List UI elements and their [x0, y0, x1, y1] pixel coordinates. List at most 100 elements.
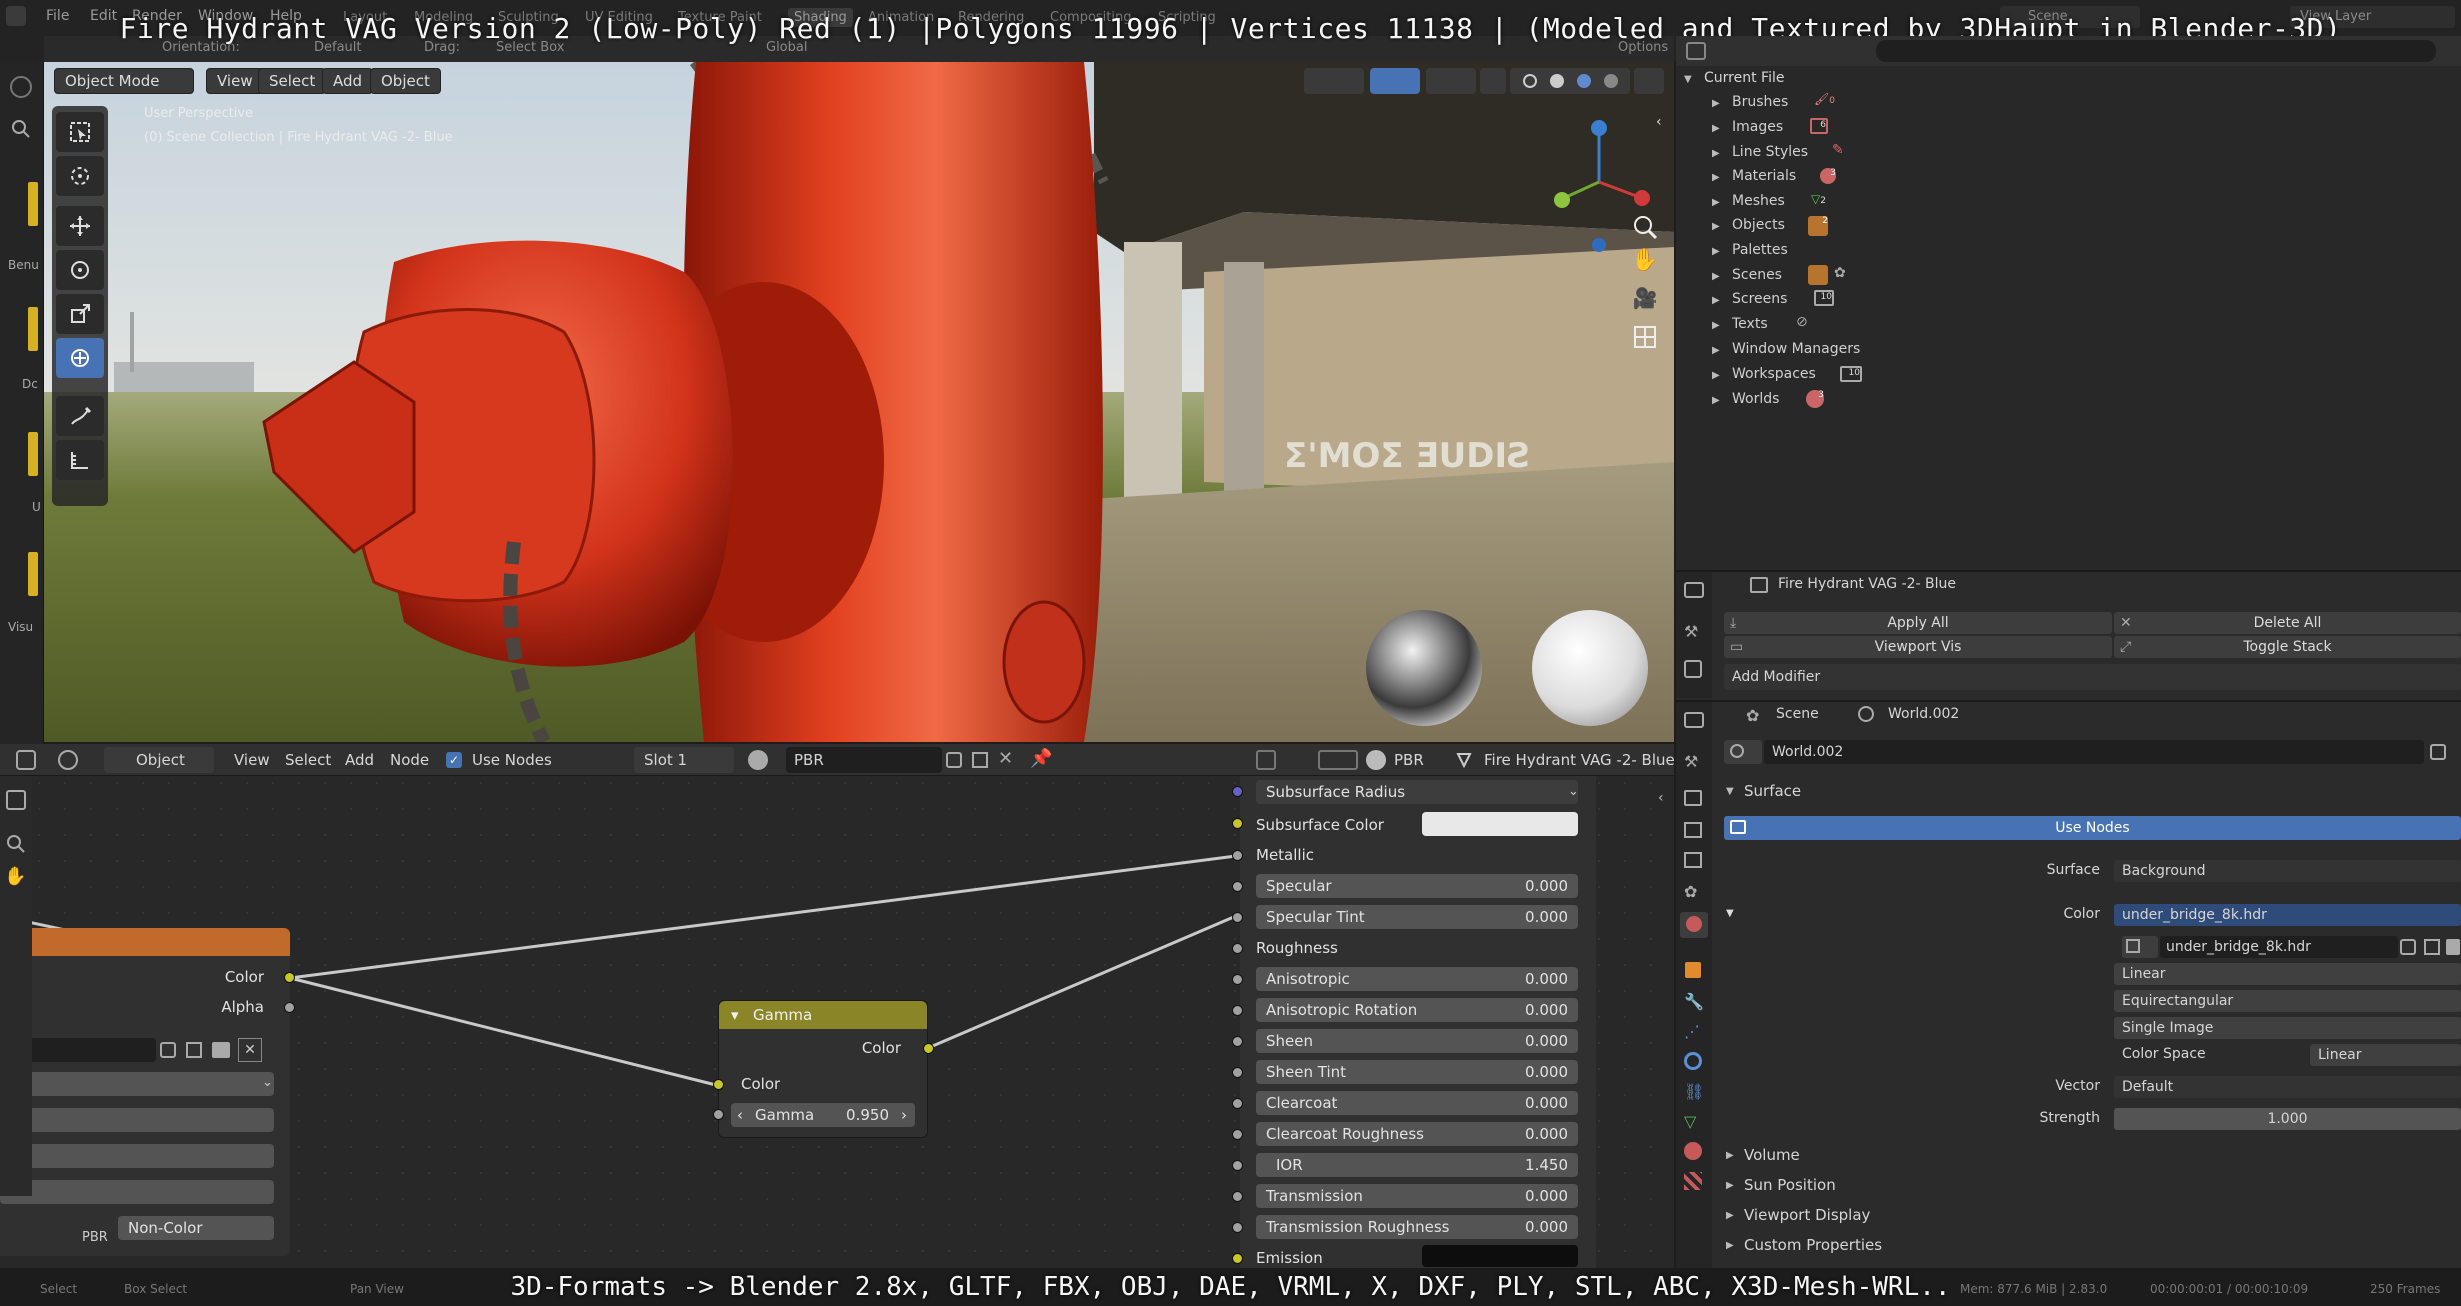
node-menu-add[interactable]: Add	[345, 751, 374, 769]
node-sidebar-chevron-icon[interactable]: ‹	[1658, 790, 1664, 806]
outliner-search-input[interactable]	[1876, 40, 2436, 62]
decrement-arrow-icon[interactable]: ‹	[737, 1103, 743, 1127]
expand-arrow-icon[interactable]: ▶	[1712, 271, 1720, 282]
delete-all-button[interactable]: ✕ Delete All	[2114, 612, 2461, 634]
use-nodes-button[interactable]: Use Nodes	[1724, 816, 2461, 840]
source-dropdown[interactable]: Single Image	[2114, 1017, 2461, 1039]
zoom-icon[interactable]	[6, 834, 26, 854]
expand-arrow-icon[interactable]: ▶	[1712, 370, 1720, 381]
image-color-output-socket[interactable]	[284, 972, 295, 983]
outliner-item-objects[interactable]: Objects	[1732, 217, 1785, 233]
anisotropic-field[interactable]: Anisotropic 0.000	[1256, 967, 1578, 991]
mode-dropdown[interactable]: Object Mode	[54, 68, 194, 94]
file-thumbnail[interactable]	[28, 182, 38, 226]
color-space-dropdown[interactable]: Linear	[2310, 1044, 2461, 1066]
3d-viewport[interactable]: Σ'MOΣ ƎUDIƧ Object Mode View Select Add …	[44, 62, 1674, 742]
gamma-node[interactable]: ▾ Gamma Color Color ‹ Gamma 0.950 ›	[713, 1000, 934, 1138]
outliner-display-mode-icon[interactable]	[1686, 42, 1706, 60]
expand-arrow-icon[interactable]: ▶	[1726, 1240, 1734, 1251]
emission-socket[interactable]	[1232, 1253, 1243, 1264]
projection-dropdown[interactable]: Equirectangular	[2114, 990, 2461, 1012]
rotate-tool-icon[interactable]	[56, 250, 104, 290]
expand-arrow-icon[interactable]: ▶	[1712, 172, 1720, 183]
expand-arrow-icon[interactable]: ▼	[1684, 74, 1692, 85]
gizmo-z-axis-icon[interactable]	[1591, 120, 1607, 136]
file-thumbnail[interactable]	[28, 432, 38, 476]
material-icon[interactable]	[748, 750, 768, 770]
outliner-item-materials[interactable]: Materials	[1732, 168, 1796, 184]
search-icon[interactable]	[10, 118, 32, 140]
select-box-tool-icon[interactable]	[56, 112, 104, 152]
material-name-field[interactable]: PBR	[786, 747, 942, 773]
roughness-socket[interactable]	[1232, 943, 1243, 954]
transmission-socket[interactable]	[1232, 1191, 1243, 1202]
scene-tab-icon[interactable]: ✿	[1684, 882, 1697, 901]
cursor-tool-icon[interactable]	[56, 156, 104, 196]
gizmo-toggle[interactable]	[1370, 68, 1420, 94]
expand-arrow-icon[interactable]: ▶	[1712, 197, 1720, 208]
clearcoat-roughness-socket[interactable]	[1232, 1129, 1243, 1140]
subsurface-color-socket[interactable]	[1232, 818, 1243, 829]
unlink-material-icon[interactable]: ✕	[998, 748, 1013, 769]
sheen-tint-field[interactable]: Sheen Tint 0.000	[1256, 1060, 1578, 1084]
transmission-field[interactable]: Transmission 0.000	[1256, 1184, 1578, 1208]
gamma-color-input-socket[interactable]	[713, 1079, 724, 1090]
colorspace-dropdown[interactable]: Non-Color	[118, 1216, 274, 1240]
outliner-item-window-managers[interactable]: Window Managers	[1732, 341, 1860, 357]
volume-panel-header[interactable]: Volume	[1744, 1146, 1800, 1164]
custom-properties-panel-header[interactable]: Custom Properties	[1744, 1236, 1882, 1254]
outliner-root-label[interactable]: Current File	[1704, 70, 1784, 86]
gizmo-x-axis-icon[interactable]	[1634, 190, 1650, 206]
hdri-image-name-field[interactable]: under_bridge_8k.hdr	[2160, 936, 2398, 958]
gizmo-neg-z-icon[interactable]	[1592, 238, 1606, 252]
interpolation-dropdown[interactable]: Linear	[2114, 963, 2461, 985]
object-tab-icon[interactable]	[1685, 962, 1701, 978]
expand-arrow-icon[interactable]: ▶	[1712, 345, 1720, 356]
unlink-image-icon[interactable]: ✕	[238, 1038, 262, 1062]
image-duplicate-icon[interactable]	[186, 1042, 202, 1058]
viewport-display-panel-header[interactable]: Viewport Display	[1744, 1206, 1870, 1224]
toggle-stack-button[interactable]: ⤢ Toggle Stack	[2114, 636, 2461, 658]
transmission-roughness-socket[interactable]	[1232, 1222, 1243, 1233]
wireframe-shading-icon[interactable]	[1522, 74, 1537, 88]
sidebar-toggle-chevron-icon[interactable]: ‹	[1656, 114, 1662, 130]
sun-position-panel-header[interactable]: Sun Position	[1744, 1176, 1836, 1194]
clearcoat-field[interactable]: Clearcoat 0.000	[1256, 1091, 1578, 1115]
annotate-tool-icon[interactable]	[56, 396, 104, 436]
viewport-menu-view[interactable]: View	[206, 68, 264, 94]
render-tab-icon[interactable]	[1684, 790, 1702, 806]
texture-tab-icon[interactable]	[1684, 1172, 1702, 1190]
outliner-item-line-styles[interactable]: Line Styles	[1732, 144, 1808, 160]
expand-arrow-icon[interactable]: ▶	[1726, 1150, 1734, 1161]
editor-type-icon[interactable]	[16, 750, 36, 770]
use-nodes-checkbox[interactable]: ✓	[446, 752, 462, 768]
add-modifier-dropdown[interactable]: Add Modifier	[1724, 664, 2461, 690]
file-thumbnail[interactable]	[28, 552, 38, 596]
material-pin-icon[interactable]	[1366, 750, 1386, 770]
snap-icon[interactable]	[1318, 750, 1358, 770]
slot-dropdown[interactable]: Slot 1	[634, 747, 734, 773]
viewport-menu-object[interactable]: Object	[370, 68, 441, 94]
outliner-item-workspaces[interactable]: Workspaces	[1732, 366, 1816, 382]
strength-field[interactable]: 1.000	[2114, 1108, 2461, 1130]
node-menu-node[interactable]: Node	[390, 751, 429, 769]
increment-arrow-icon[interactable]: ›	[901, 1103, 907, 1127]
open-folder-icon[interactable]	[2446, 939, 2460, 955]
visibility-dropdown[interactable]	[1304, 68, 1364, 94]
anisotropic-rotation-field[interactable]: Anisotropic Rotation 0.000	[1256, 998, 1578, 1022]
subsurface-radius-socket[interactable]	[1232, 786, 1243, 797]
solid-shading-icon[interactable]	[1549, 74, 1564, 88]
expand-arrow-icon[interactable]: ▶	[1712, 320, 1720, 331]
pan-hand-icon[interactable]: ✋	[4, 866, 26, 887]
expand-arrow-icon[interactable]: ▶	[1712, 221, 1720, 232]
gizmo-y-axis-icon[interactable]	[1554, 192, 1570, 208]
specular-socket[interactable]	[1232, 881, 1243, 892]
world-icon[interactable]	[10, 76, 32, 98]
outliner-item-meshes[interactable]: Meshes	[1732, 193, 1785, 209]
tool-settings-icon[interactable]: ⚒	[1684, 622, 1698, 641]
outliner-item-palettes[interactable]: Palettes	[1732, 242, 1788, 258]
world-tab[interactable]	[1680, 912, 1708, 938]
open-image-folder-icon[interactable]	[212, 1042, 230, 1058]
clearcoat-roughness-field[interactable]: Clearcoat Roughness 0.000	[1256, 1122, 1578, 1146]
move-tool-icon[interactable]	[56, 206, 104, 246]
